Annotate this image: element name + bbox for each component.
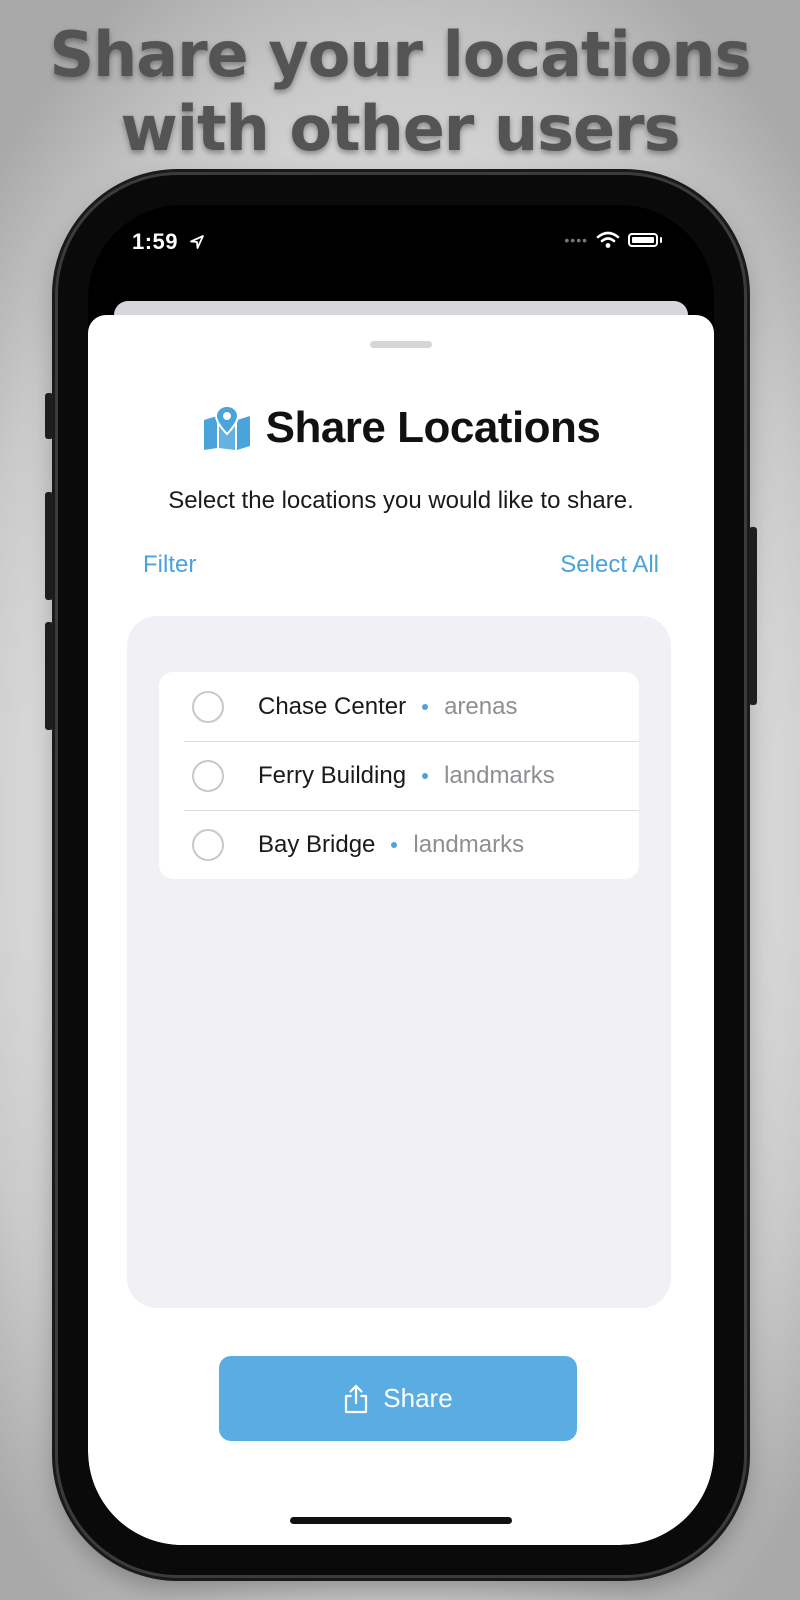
sheet-subtitle: Select the locations you would like to s… (168, 487, 634, 514)
radio-unchecked-icon[interactable] (192, 759, 224, 792)
share-button-label: Share (383, 1383, 453, 1413)
share-sheet: Share Locations Select the locations you… (88, 315, 714, 1545)
share-icon (345, 1384, 368, 1413)
phone-screen: 1:59 •••• Share Locations Select the loc… (88, 205, 714, 1545)
location-name: Ferry Building (258, 761, 407, 789)
promo-headline-line-2: with other users (120, 92, 680, 165)
power-button (749, 527, 757, 705)
select-all-button[interactable]: Select All (560, 551, 659, 579)
status-time: 1:59 (132, 229, 179, 254)
location-category: landmarks (444, 761, 555, 789)
location-category: arenas (444, 692, 518, 720)
location-row-bay-bridge[interactable]: Bay Bridge landmarks (159, 810, 639, 879)
phone-frame: 1:59 •••• Share Locations Select the loc… (45, 175, 757, 1575)
sheet-title: Share Locations (265, 403, 601, 452)
share-button[interactable]: Share (219, 1356, 577, 1441)
home-indicator[interactable] (290, 1517, 512, 1524)
map-pin-icon (203, 406, 250, 450)
status-time-group: 1:59 (132, 229, 205, 255)
sheet-grabber[interactable] (370, 341, 432, 348)
signal-icon: •••• (564, 232, 588, 248)
location-category: landmarks (413, 830, 525, 858)
location-row-chase-center[interactable]: Chase Center arenas (159, 672, 639, 741)
wifi-icon (596, 231, 620, 248)
location-name: Chase Center (258, 692, 407, 720)
sheet-header: Share Locations (88, 403, 714, 453)
radio-unchecked-icon[interactable] (192, 828, 224, 861)
locations-list-panel: Chase Center arenas Ferry Building landm… (127, 616, 671, 1308)
volume-up-button (45, 492, 53, 600)
promo-headline-line-1: Share your locations (49, 18, 751, 91)
promo-headline: Share your locations with other users (0, 18, 800, 166)
location-row-ferry-building[interactable]: Ferry Building landmarks (159, 741, 639, 810)
location-name: Bay Bridge (258, 830, 376, 858)
separator-dot (391, 841, 398, 848)
filter-button[interactable]: Filter (143, 551, 196, 579)
locations-list: Chase Center arenas Ferry Building landm… (159, 672, 639, 879)
separator-dot (422, 772, 429, 779)
battery-icon (628, 233, 658, 247)
volume-down-button (45, 622, 53, 730)
battery-nub (660, 237, 662, 243)
radio-unchecked-icon[interactable] (192, 690, 224, 723)
location-arrow-icon (189, 235, 204, 249)
status-indicators: •••• (564, 231, 662, 249)
status-bar: 1:59 •••• (88, 205, 714, 285)
mute-switch (45, 393, 53, 439)
separator-dot (422, 703, 429, 710)
